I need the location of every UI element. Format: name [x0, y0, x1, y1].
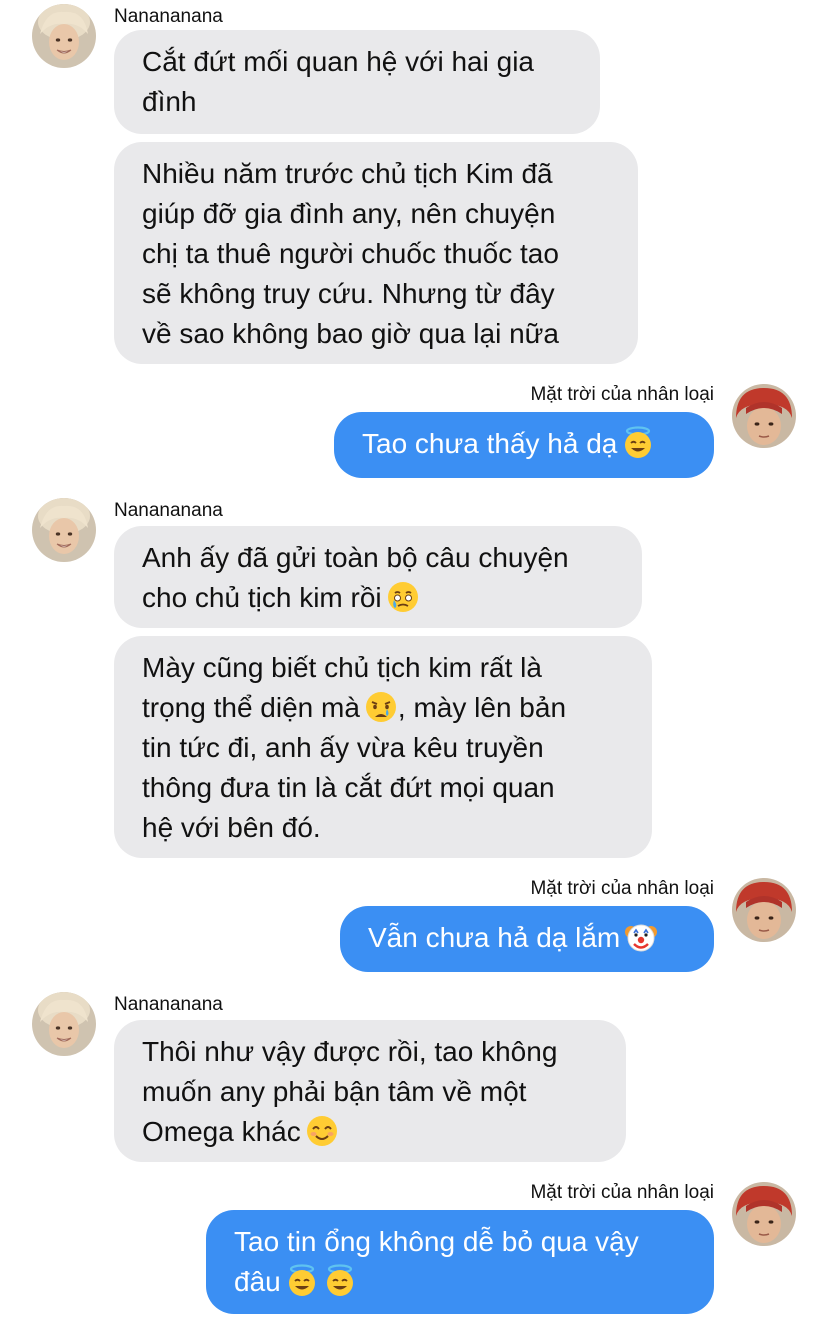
message-bubble-outgoing[interactable]: Tao chưa thấy hả dạ — [334, 412, 714, 478]
avatar-photo — [32, 4, 96, 68]
contact-avatar-mat-troi[interactable] — [732, 1182, 796, 1246]
sender-name: Mặt trời của nhân loại — [530, 1182, 714, 1203]
avatar-photo — [32, 498, 96, 562]
avatar-photo — [732, 384, 796, 448]
message-text: cho chủ tịch kim rồi — [142, 582, 382, 613]
message-bubble-incoming[interactable]: Mày cũng biết chủ tịch kim rất là trọng … — [114, 636, 652, 858]
avatar-photo — [732, 1182, 796, 1246]
sender-name: Nanananana — [114, 6, 223, 27]
message-text: tin tức đi, anh ấy vừa kêu truyền — [142, 732, 544, 763]
message-bubble-outgoing[interactable]: Tao tin ổng không dễ bỏ qua vậy đâu — [206, 1210, 714, 1314]
message-text: Tao tin ổng không dễ bỏ qua vậy — [234, 1226, 639, 1257]
contact-avatar-mat-troi[interactable] — [732, 878, 796, 942]
message-text: Cắt đứt mối quan hệ với hai gia — [142, 46, 534, 77]
message-text: chị ta thuê người chuốc thuốc tao — [142, 238, 559, 269]
message-text: Anh ấy đã gửi toàn bộ câu chuyện — [142, 542, 569, 573]
message-text: muốn any phải bận tâm về một — [142, 1076, 527, 1107]
crying-face-icon — [364, 690, 398, 724]
sender-name: Nanananana — [114, 994, 223, 1015]
smiling-face-with-halo-icon — [285, 1264, 319, 1298]
avatar-photo — [32, 992, 96, 1056]
message-text: Nhiều năm trước chủ tịch Kim đã — [142, 158, 553, 189]
smiling-face-with-halo-icon — [621, 426, 655, 460]
message-text: Tao chưa thấy hả dạ — [362, 428, 618, 459]
message-text: sẽ không truy cứu. Nhưng từ đây — [142, 278, 555, 309]
contact-avatar-mat-troi[interactable] — [732, 384, 796, 448]
message-text: hệ với bên đó. — [142, 812, 321, 843]
contact-avatar-nanananana[interactable] — [32, 498, 96, 562]
message-text: , mày lên bản — [397, 692, 567, 723]
message-text: Thôi như vậy được rồi, tao không — [142, 1036, 558, 1067]
message-bubble-outgoing[interactable]: Vẫn chưa hả dạ lắm — [340, 906, 714, 972]
contact-avatar-nanananana[interactable] — [32, 4, 96, 68]
message-text: đình — [142, 86, 197, 117]
message-bubble-incoming[interactable]: Cắt đứt mối quan hệ với hai gia đình — [114, 30, 600, 134]
avatar-photo — [732, 878, 796, 942]
message-text: đâu — [234, 1266, 281, 1297]
sender-name: Mặt trời của nhân loại — [530, 878, 714, 899]
message-text: thông đưa tin là cắt đứt mọi quan — [142, 772, 555, 803]
message-text: về sao không bao giờ qua lại nữa — [142, 318, 559, 349]
message-text: Vẫn chưa hả dạ lắm — [368, 922, 621, 953]
message-text: Omega khác — [142, 1116, 301, 1147]
message-bubble-incoming[interactable]: Anh ấy đã gửi toàn bộ câu chuyện cho chủ… — [114, 526, 642, 628]
sender-name: Nanananana — [114, 500, 223, 521]
message-bubble-incoming[interactable]: Thôi như vậy được rồi, tao không muốn an… — [114, 1020, 626, 1162]
smiling-face-with-halo-icon — [323, 1264, 357, 1298]
smiling-face-with-smiling-eyes-icon — [305, 1114, 339, 1148]
message-bubble-incoming[interactable]: Nhiều năm trước chủ tịch Kim đã giúp đỡ … — [114, 142, 638, 364]
sender-name: Mặt trời của nhân loại — [530, 384, 714, 405]
message-text: Mày cũng biết chủ tịch kim rất là — [142, 652, 542, 683]
message-text: giúp đỡ gia đình any, nên chuyện — [142, 198, 556, 229]
clown-face-icon — [624, 920, 658, 954]
contact-avatar-nanananana[interactable] — [32, 992, 96, 1056]
face-holding-back-tears-icon — [386, 580, 420, 614]
message-text: trọng thể diện mà — [142, 692, 360, 723]
